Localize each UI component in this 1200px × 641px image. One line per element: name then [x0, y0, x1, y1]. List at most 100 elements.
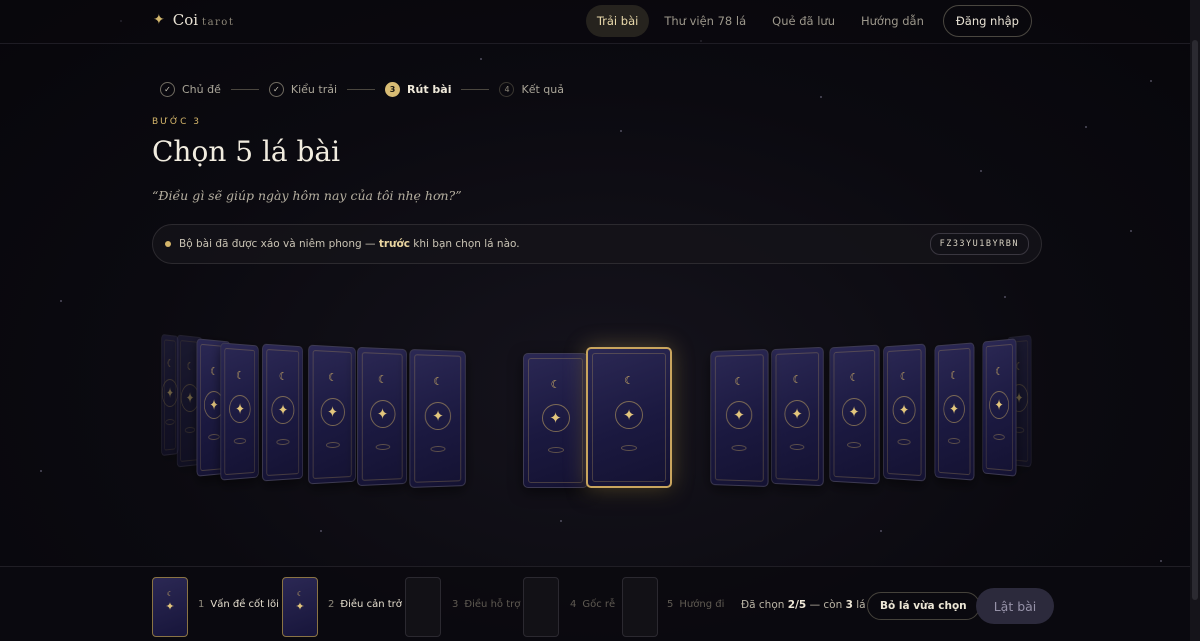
logo-text: Coi — [172, 11, 199, 29]
tarot-card[interactable]: ☾ ✦ — [829, 344, 880, 485]
step-label: Chủ đề — [182, 83, 221, 96]
tarot-card[interactable]: ☾ ✦ — [771, 346, 824, 487]
eye-ornament — [325, 441, 340, 448]
moon-icon: ☾ — [550, 377, 561, 391]
eye-ornament — [897, 438, 911, 446]
moon-icon: ☾ — [166, 590, 174, 598]
page-title: Chọn 5 lá bài — [152, 135, 341, 168]
eye-ornament — [233, 437, 247, 445]
step-label: Kiểu trải — [290, 83, 338, 96]
check-icon: ✓ — [160, 82, 175, 97]
star-icon: ✦ — [369, 399, 396, 428]
tarot-card[interactable]: ☾ ✦ — [220, 342, 259, 481]
moon-icon: ☾ — [792, 373, 802, 387]
slot-label-3: 3 Điều hỗ trợ — [452, 599, 521, 610]
moon-icon: ☾ — [328, 371, 337, 385]
seal-code-badge: FZ33YU1BYRBN — [929, 233, 1029, 255]
logo[interactable]: ✦ Coi tarot — [153, 11, 234, 29]
star-icon: ✦ — [271, 395, 295, 424]
tarot-card[interactable]: ☾ ✦ — [409, 348, 466, 489]
nav-item-library[interactable]: Thư viện 78 lá — [653, 5, 757, 37]
star-icon: ✦ — [295, 600, 305, 613]
question-quote: “Điều gì sẽ giúp ngày hôm nay của tôi nh… — [152, 188, 462, 203]
moon-icon: ☾ — [624, 373, 634, 387]
star-icon: ✦ — [541, 403, 570, 432]
eye-ornament — [547, 447, 564, 454]
notice-text: Bộ bài đã được xáo và niêm phong — trước… — [179, 238, 520, 250]
card-deck-fan: ☾ ✦ ☾ ✦ ☾ ✦ ☾ ✦ ☾ ✦ ☾ ✦ ☾ ✦ ☾ ✦ ☾ ✦ ☾ ✦ ☾ ✦ ☾ ✦ ☾ ✦ ☾ ✦ ☾ ✦ ☾ ✦ ☾ ✦ — [150, 300, 1040, 520]
eye-ornament — [847, 441, 861, 448]
scrollbar[interactable] — [1190, 0, 1200, 641]
tarot-card[interactable]: ☾ ✦ — [308, 344, 356, 485]
step-topic[interactable]: ✓ Chủ đề — [160, 82, 221, 97]
slot-card-4 — [523, 577, 559, 637]
sparkle-icon: ✦ — [153, 12, 165, 28]
step-spread-type[interactable]: ✓ Kiểu trải — [268, 82, 338, 97]
login-button[interactable]: Đăng nhập — [942, 5, 1032, 37]
tarot-card[interactable]: ☾ ✦ — [710, 348, 769, 488]
check-icon: ✓ — [268, 82, 284, 97]
star-icon: ✦ — [320, 397, 345, 426]
logo-subtext: tarot — [202, 16, 235, 28]
step-draw: 3 Rút bài — [385, 82, 451, 97]
reveal-cards-button[interactable]: Lật bài — [976, 588, 1054, 624]
nav-item-saved[interactable]: Quẻ đã lưu — [761, 5, 846, 37]
undo-last-card-button[interactable]: Bỏ lá vừa chọn — [867, 592, 980, 620]
moon-icon: ☾ — [849, 371, 859, 385]
step-label: Kết quả — [521, 83, 564, 96]
eye-ornament — [184, 426, 196, 433]
slot-label-4: 4 Gốc rễ — [570, 599, 616, 610]
moon-icon: ☾ — [433, 375, 443, 389]
eye-ornament — [375, 443, 390, 450]
slot-card-1[interactable]: ☾ ✦ — [152, 577, 188, 637]
slot-card-5 — [622, 577, 658, 637]
nav-item-guide[interactable]: Hướng dẫn — [850, 5, 935, 37]
moon-icon: ☾ — [278, 369, 288, 384]
star-icon: ✦ — [229, 394, 251, 423]
step-number: 4 — [499, 82, 515, 97]
moon-icon: ☾ — [1015, 359, 1023, 374]
eye-ornament — [731, 444, 747, 451]
main-nav: Trải bài Thư viện 78 lá Quẻ đã lưu Hướng… — [585, 5, 1032, 37]
slot-card-2[interactable]: ☾ ✦ — [282, 577, 318, 637]
step-connector — [347, 89, 376, 90]
moon-icon: ☾ — [899, 369, 909, 384]
star-icon: ✦ — [161, 378, 178, 407]
moon-icon: ☾ — [236, 368, 244, 383]
star-icon: ✦ — [615, 400, 643, 429]
eye-ornament — [276, 438, 290, 446]
star-icon: ✦ — [989, 390, 1010, 419]
star-icon: ✦ — [424, 401, 452, 430]
tarot-card[interactable]: ☾ ✦ — [934, 342, 975, 481]
tarot-card[interactable]: ☾ ✦ — [883, 343, 926, 482]
eye-ornament — [208, 433, 220, 441]
tarot-card[interactable]: ☾ ✦ — [982, 338, 1017, 477]
slot-label-1: 1 Vấn đề cốt lõi — [198, 599, 279, 610]
eye-ornament — [993, 433, 1005, 441]
eye-ornament — [165, 418, 175, 425]
status-dot-icon — [165, 241, 171, 247]
scrollbar-thumb[interactable] — [1192, 40, 1198, 600]
star-icon: ✦ — [892, 395, 916, 424]
nav-item-spreads[interactable]: Trải bài — [585, 5, 650, 37]
top-nav-bar: ✦ Coi tarot Trải bài Thư viện 78 lá Quẻ … — [0, 0, 1190, 44]
tarot-card[interactable]: ☾ ✦ — [262, 343, 304, 482]
progress-stepper: ✓ Chủ đề ✓ Kiểu trải 3 Rút bài 4 Kết quả — [160, 82, 564, 97]
tarot-card[interactable]: ☾ ✦ — [357, 346, 408, 487]
eye-ornament — [621, 444, 637, 451]
slot-card-3 — [405, 577, 441, 637]
star-icon: ✦ — [943, 394, 965, 423]
star-icon: ✦ — [841, 397, 867, 426]
moon-icon: ☾ — [995, 364, 1003, 379]
tarot-card-selected[interactable]: ☾ ✦ — [586, 347, 672, 488]
tarot-card[interactable]: ☾ ✦ — [523, 353, 588, 488]
step-label: Rút bài — [407, 83, 452, 96]
step-number: 3 — [385, 82, 401, 97]
star-icon: ✦ — [784, 399, 810, 428]
moon-icon: ☾ — [734, 375, 744, 389]
step-result: 4 Kết quả — [499, 82, 564, 97]
step-connector — [461, 89, 490, 90]
eye-ornament — [947, 437, 961, 445]
slot-label-5: 5 Hướng đi — [667, 599, 725, 610]
star-icon: ✦ — [165, 600, 175, 613]
